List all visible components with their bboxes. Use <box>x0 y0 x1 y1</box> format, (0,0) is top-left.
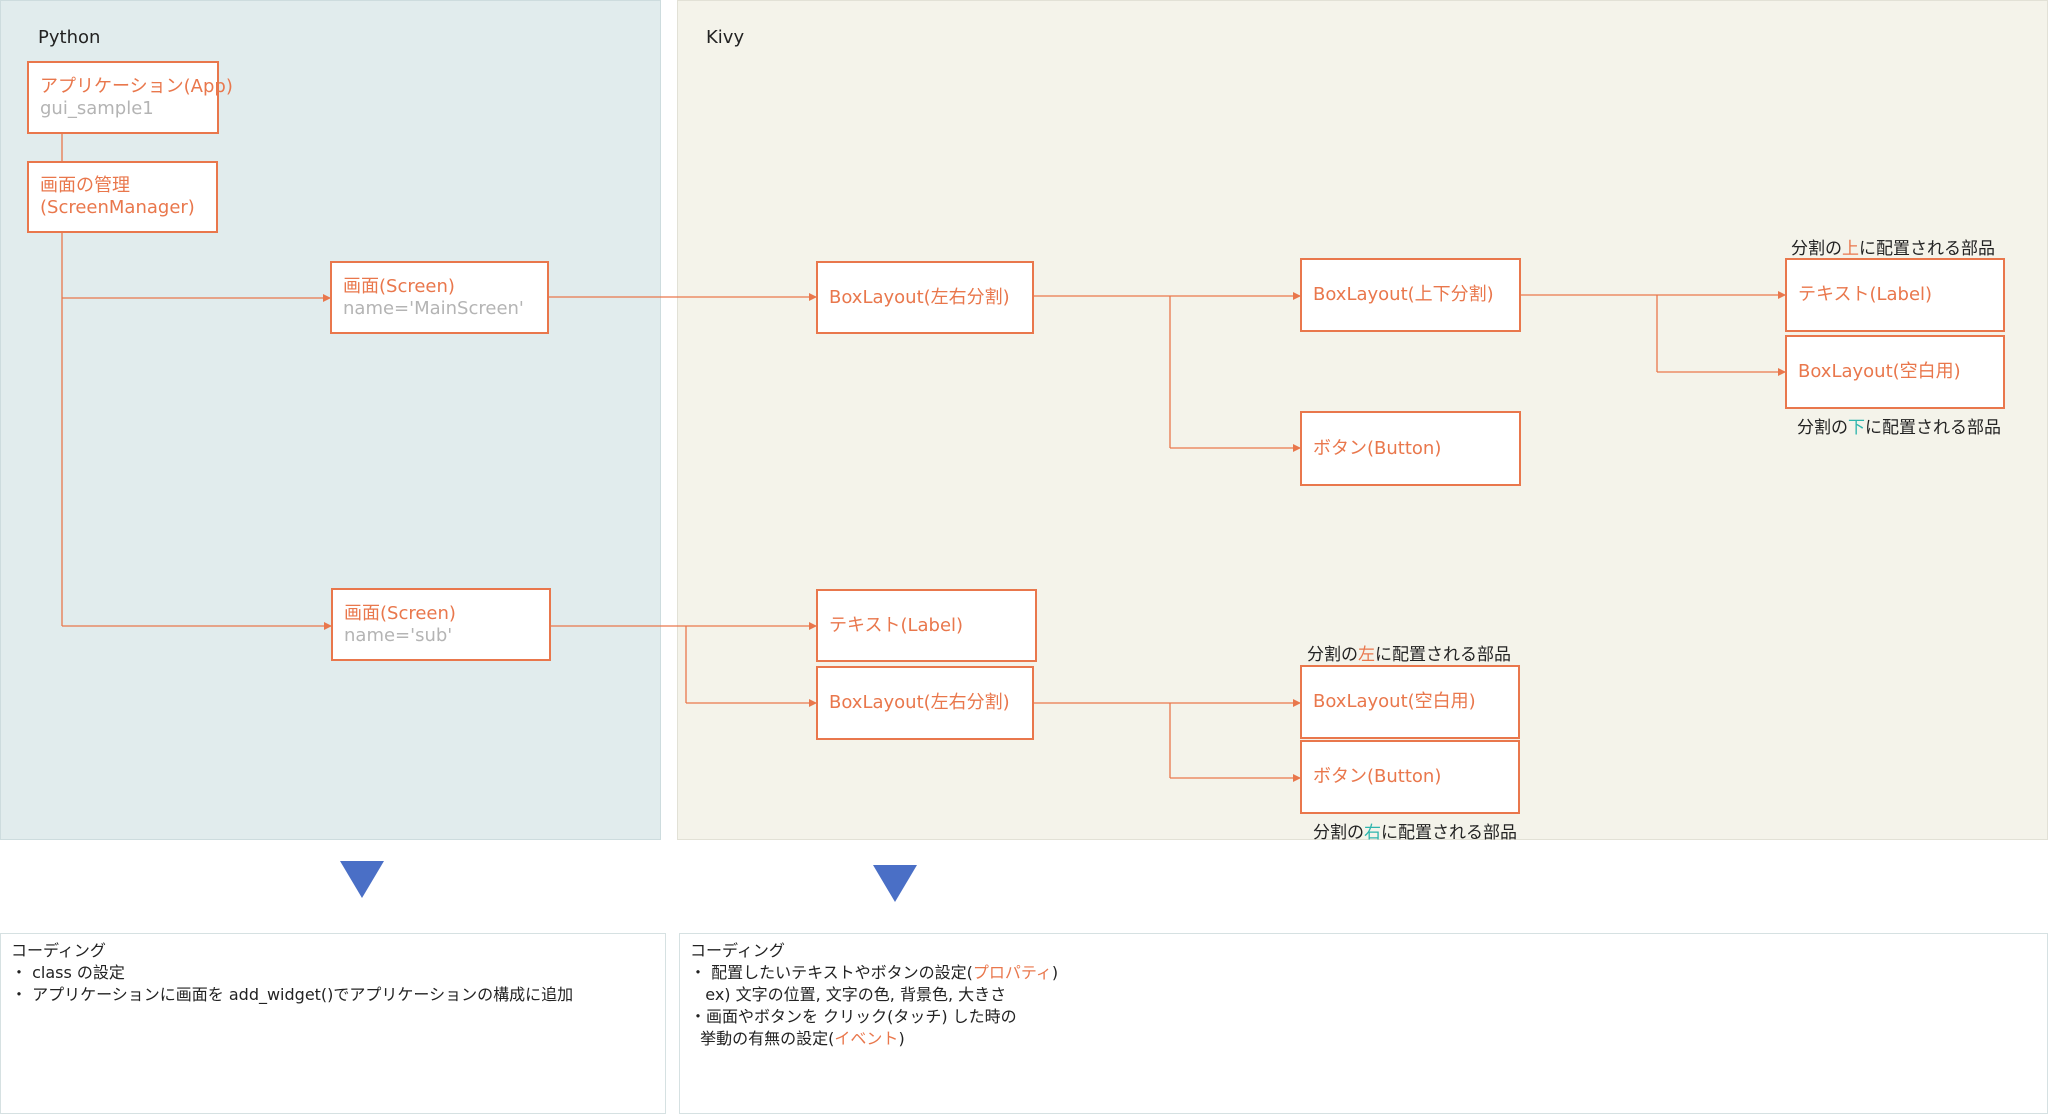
screen-sub-node: 画面(Screen) name='sub' <box>331 588 551 661</box>
main-boxlayout-blank-node: BoxLayout(空白用) <box>1785 335 2005 409</box>
screen-main-node-title: 画面(Screen) <box>343 275 455 297</box>
caption-right-highlight: 右 <box>1364 823 1381 843</box>
main-button-node: ボタン(Button) <box>1300 411 1521 486</box>
screen-main-node-name: name='MainScreen' <box>343 297 524 319</box>
caption-bottom-part: 分割の下に配置される部品 <box>1797 413 2001 438</box>
main-boxlayout-ud-node: BoxLayout(上下分割) <box>1300 258 1521 332</box>
caption-left-pre: 分割の <box>1307 645 1358 665</box>
kivy-note-line4-highlight: イベント <box>834 1029 899 1048</box>
caption-top-highlight: 上 <box>1842 239 1859 259</box>
kivy-note-heading: コーディング <box>690 941 785 960</box>
main-boxlayout-ud-label: BoxLayout(上下分割) <box>1313 284 1494 305</box>
kivy-note-line4: 挙動の有無の設定(イベント) <box>690 1028 2037 1050</box>
python-note-line2: ・ アプリケーションに画面を add_widget()でアプリケーションの構成に… <box>11 985 574 1004</box>
main-boxlayout-lr-label: BoxLayout(左右分割) <box>829 286 1010 308</box>
caption-left-part: 分割の左に配置される部品 <box>1307 640 1511 665</box>
caption-bottom-post: に配置される部品 <box>1865 418 2001 438</box>
app-node: アプリケーション(App) gui_sample1 <box>27 61 233 134</box>
python-down-arrow-icon <box>340 861 384 898</box>
kivy-note-line1-highlight: プロパティ <box>972 963 1052 982</box>
caption-left-post: に配置される部品 <box>1375 645 1511 665</box>
caption-right-pre: 分割の <box>1313 823 1364 843</box>
python-note-heading: コーディング <box>11 941 106 960</box>
main-boxlayout-blank-label: BoxLayout(空白用) <box>1798 361 1961 382</box>
caption-bottom-pre: 分割の <box>1797 418 1848 438</box>
caption-top-post: に配置される部品 <box>1859 239 1995 259</box>
kivy-note-line1-pre: ・ 配置したいテキストやボタンの設定( <box>690 963 973 982</box>
screen-sub-node-title: 画面(Screen) <box>344 602 456 624</box>
caption-left-highlight: 左 <box>1358 645 1375 665</box>
kivy-note-line4-pre: 挙動の有無の設定( <box>690 1029 835 1048</box>
screen-sub-node-name: name='sub' <box>344 624 453 646</box>
screen-main-node: 画面(Screen) name='MainScreen' <box>330 261 549 334</box>
caption-bottom-highlight: 下 <box>1848 418 1865 438</box>
screen-manager-node-subtitle: (ScreenManager) <box>40 197 195 218</box>
caption-top-pre: 分割の <box>1791 239 1842 259</box>
main-label-label: テキスト(Label) <box>1798 284 1933 305</box>
sub-label-node: テキスト(Label) <box>816 589 1037 662</box>
screen-manager-node: 画面の管理 (ScreenManager) <box>27 161 218 233</box>
sub-label-label: テキスト(Label) <box>829 614 964 636</box>
sub-button-node: ボタン(Button) <box>1300 740 1520 814</box>
kivy-note-line4-post: ) <box>898 1029 905 1048</box>
python-note-line1: ・ class の設定 <box>11 963 125 982</box>
caption-right-part: 分割の右に配置される部品 <box>1313 818 1517 843</box>
sub-button-label: ボタン(Button) <box>1313 766 1442 787</box>
main-boxlayout-lr-node: BoxLayout(左右分割) <box>816 261 1034 334</box>
sub-boxlayout-blank-label: BoxLayout(空白用) <box>1313 691 1476 712</box>
sub-boxlayout-lr-label: BoxLayout(左右分割) <box>829 692 1010 713</box>
main-label-node: テキスト(Label) <box>1785 258 2005 332</box>
main-button-label: ボタン(Button) <box>1313 437 1442 459</box>
sub-boxlayout-blank-node: BoxLayout(空白用) <box>1300 665 1520 739</box>
kivy-note-line2: ex) 文字の位置, 文字の色, 背景色, 大きさ <box>690 985 1007 1004</box>
app-node-title: アプリケーション(App) <box>40 75 233 97</box>
kivy-note-line1-post: ) <box>1051 963 1059 982</box>
kivy-down-arrow-icon <box>873 865 917 902</box>
kivy-note-line3: ・画面やボタンを クリック(タッチ) した時の <box>690 1007 1017 1026</box>
sub-boxlayout-lr-node: BoxLayout(左右分割) <box>816 666 1034 740</box>
screen-manager-node-title: 画面の管理 <box>40 175 130 196</box>
python-coding-note: コーディング ・ class の設定 ・ アプリケーションに画面を add_wi… <box>0 933 666 1114</box>
kivy-coding-note: コーディング ・ 配置したいテキストやボタンの設定(プロパティ) ex) 文字の… <box>679 933 2048 1114</box>
kivy-note-line1: ・ 配置したいテキストやボタンの設定(プロパティ) <box>690 962 2037 984</box>
caption-top-part: 分割の上に配置される部品 <box>1791 234 1995 259</box>
caption-right-post: に配置される部品 <box>1381 823 1517 843</box>
app-node-subtitle: gui_sample1 <box>40 97 154 119</box>
